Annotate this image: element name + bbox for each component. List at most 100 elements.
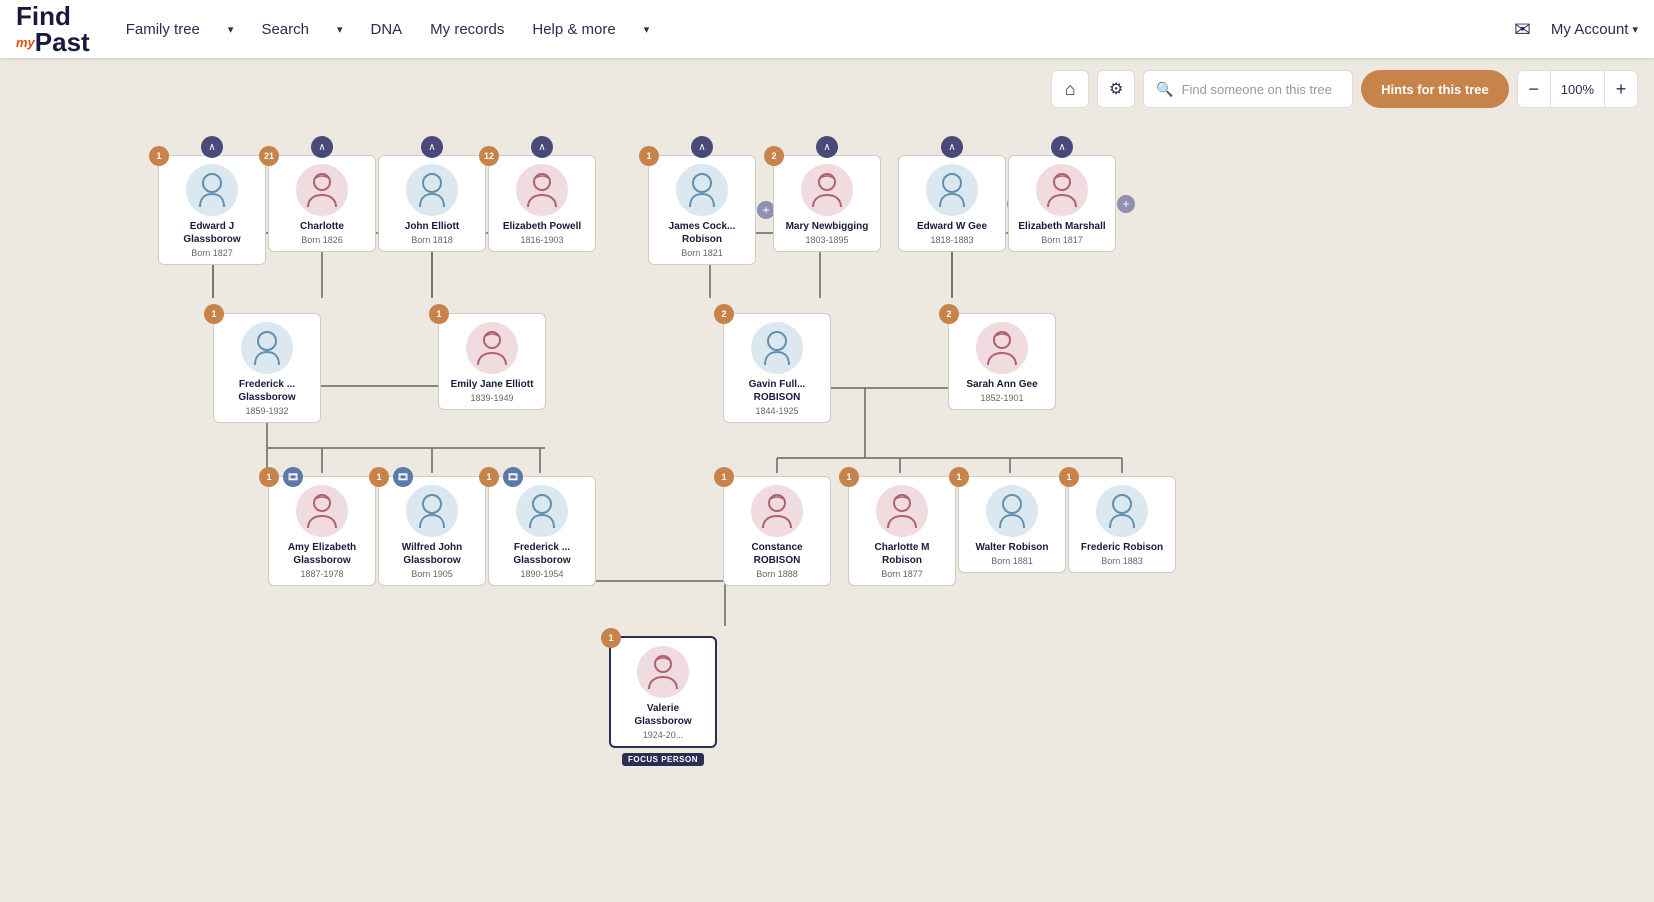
person-dates: 1890-1954 (495, 569, 589, 579)
person-name: Walter Robison (965, 541, 1059, 554)
person-name: James Cock... Robison (655, 220, 749, 246)
person-avatar (296, 485, 348, 537)
collapse-button[interactable]: ∧ (421, 136, 443, 158)
person-dates: Born 1877 (855, 569, 949, 579)
hint-badge: 2 (764, 146, 784, 166)
person-card[interactable]: 1 Walter Robison Born 1881 (958, 476, 1066, 573)
person-card[interactable]: 1 Frederick ... Glassborow 1859-1932 (213, 313, 321, 423)
zoom-out-button[interactable]: − (1518, 70, 1550, 108)
hints-button[interactable]: Hints for this tree (1361, 70, 1509, 108)
person-name: Elizabeth Powell (495, 220, 589, 233)
person-name: Charlotte (275, 220, 369, 233)
person-name: Sarah Ann Gee (955, 378, 1049, 391)
person-avatar (1036, 164, 1088, 216)
person-name: Edward W Gee (905, 220, 999, 233)
hint-badge: 12 (479, 146, 499, 166)
tree-search-placeholder: Find someone on this tree (1182, 82, 1332, 97)
person-card[interactable]: 1 🎞 Frederick ... Glassborow 1890-1954 (488, 476, 596, 586)
nav-help[interactable]: Help & more (532, 21, 615, 38)
settings-button[interactable]: ⚙ (1097, 70, 1135, 108)
hint-badge: 21 (259, 146, 279, 166)
zoom-value: 100% (1550, 71, 1605, 107)
person-card[interactable]: ∧ Elizabeth Marshall Born 1817 + (1008, 155, 1116, 252)
person-dates: 1852-1901 (955, 393, 1049, 403)
hint-badge: 1 (149, 146, 169, 166)
hint-badge: 1 (949, 467, 969, 487)
hint-badge: 1 (204, 304, 224, 324)
person-card[interactable]: 1 Constance ROBISON Born 1888 (723, 476, 831, 586)
person-avatar (1096, 485, 1148, 537)
zoom-controls: − 100% + (1517, 70, 1638, 108)
person-avatar (926, 164, 978, 216)
collapse-button[interactable]: ∧ (816, 136, 838, 158)
tree-toolbar: ⌂ ⚙ 🔍 Find someone on this tree Hints fo… (1051, 70, 1638, 108)
person-avatar (241, 322, 293, 374)
hint-badge: 1 (639, 146, 659, 166)
person-avatar (466, 322, 518, 374)
person-card-focus[interactable]: 1 Valerie Glassborow 1924-20... FOCUS PE… (609, 636, 717, 748)
my-account-button[interactable]: My Account ▾ (1551, 21, 1638, 38)
collapse-button[interactable]: ∧ (941, 136, 963, 158)
zoom-in-button[interactable]: + (1605, 70, 1637, 108)
person-name: Elizabeth Marshall (1015, 220, 1109, 233)
hint-badge: 1 (1059, 467, 1079, 487)
hint-badge: 2 (714, 304, 734, 324)
person-avatar (751, 322, 803, 374)
collapse-button[interactable]: ∧ (201, 136, 223, 158)
person-avatar (676, 164, 728, 216)
person-dates: 1816-1903 (495, 235, 589, 245)
collapse-button[interactable]: ∧ (1051, 136, 1073, 158)
person-name: Gavin Full... ROBISON (730, 378, 824, 404)
person-dates: Born 1881 (965, 556, 1059, 566)
person-dates: 1924-20... (617, 730, 709, 740)
collapse-button[interactable]: ∧ (531, 136, 553, 158)
add-parent-button[interactable]: + (1117, 195, 1135, 213)
person-card[interactable]: 1 🎞 Wilfred John Glassborow Born 1905 (378, 476, 486, 586)
person-dates: Born 1826 (275, 235, 369, 245)
person-avatar (986, 485, 1038, 537)
logo[interactable]: Find my Past (16, 3, 90, 55)
nav-my-records[interactable]: My records (430, 21, 504, 38)
person-card[interactable]: 2 Gavin Full... ROBISON 1844-1925 (723, 313, 831, 423)
person-name: Constance ROBISON (730, 541, 824, 567)
person-card[interactable]: 1 Emily Jane Elliott 1839-1949 (438, 313, 546, 410)
nav-dna[interactable]: DNA (371, 21, 403, 38)
main-nav: Find my Past Family tree ▾ Search ▾ DNA … (0, 0, 1654, 58)
tree-search-icon: 🔍 (1156, 81, 1173, 98)
person-avatar (976, 322, 1028, 374)
person-name: Frederick ... Glassborow (495, 541, 589, 567)
person-card[interactable]: 1 🎞 Amy Elizabeth Glassborow 1887-1978 (268, 476, 376, 586)
person-card[interactable]: ∧ Edward W Gee 1818-1883 + (898, 155, 1006, 252)
person-card[interactable]: 2 ∧ Mary Newbigging 1803-1895 (773, 155, 881, 252)
tree-search-box[interactable]: 🔍 Find someone on this tree (1143, 70, 1353, 108)
collapse-button[interactable]: ∧ (691, 136, 713, 158)
person-card[interactable]: 1 Frederic Robison Born 1883 (1068, 476, 1176, 573)
person-name: Charlotte M Robison (855, 541, 949, 567)
person-card[interactable]: ∧ John Elliott Born 1818 (378, 155, 486, 252)
nav-family-tree[interactable]: Family tree (126, 21, 200, 38)
mail-icon[interactable]: ✉ (1514, 17, 1531, 42)
person-avatar (751, 485, 803, 537)
person-card[interactable]: 21 ∧ Charlotte Born 1826 (268, 155, 376, 252)
collapse-button[interactable]: ∧ (311, 136, 333, 158)
media-badge: 🎞 (503, 467, 523, 487)
person-card[interactable]: 1 Charlotte M Robison Born 1877 (848, 476, 956, 586)
person-card[interactable]: 1 ∧ James Cock... Robison Born 1821 + (648, 155, 756, 265)
person-card[interactable]: 12 ∧ Elizabeth Powell 1816-1903 (488, 155, 596, 252)
person-dates: Born 1888 (730, 569, 824, 579)
hint-badge: 1 (601, 628, 621, 648)
media-badge: 🎞 (283, 467, 303, 487)
nav-items: Family tree ▾ Search ▾ DNA My records He… (126, 21, 1514, 38)
person-dates: 1887-1978 (275, 569, 369, 579)
focus-label: FOCUS PERSON (622, 753, 704, 766)
nav-right: ✉ My Account ▾ (1514, 17, 1638, 42)
person-name: Frederick ... Glassborow (220, 378, 314, 404)
home-button[interactable]: ⌂ (1051, 70, 1089, 108)
hint-badge: 1 (714, 467, 734, 487)
nav-search[interactable]: Search (261, 21, 309, 38)
person-card[interactable]: 2 Sarah Ann Gee 1852-1901 (948, 313, 1056, 410)
person-card[interactable]: 1 ∧ Edward J Glassborow Born 1827 (158, 155, 266, 265)
person-dates: 1859-1932 (220, 406, 314, 416)
person-avatar (801, 164, 853, 216)
person-name: Emily Jane Elliott (445, 378, 539, 391)
